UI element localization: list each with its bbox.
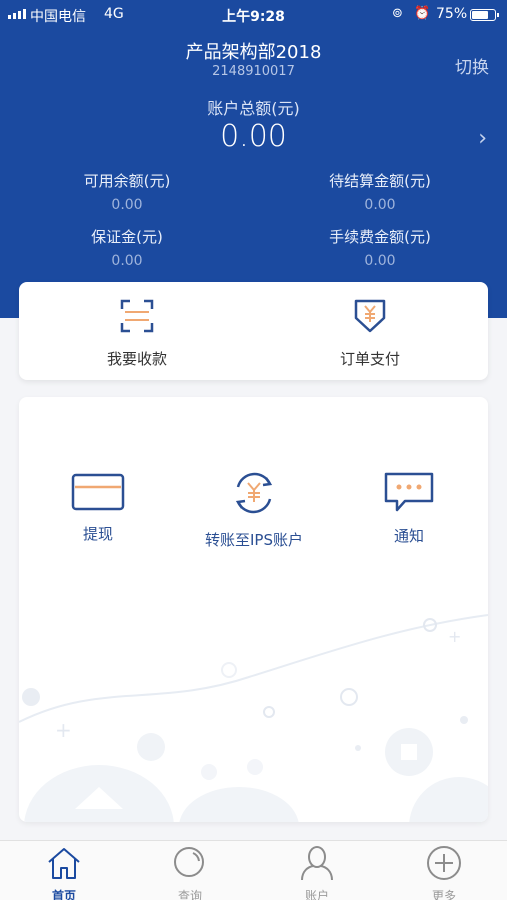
tab-label: 查询 (177, 889, 202, 900)
service-label: 转账至IPS账户 (205, 531, 303, 549)
transfer-ips-button[interactable]: 转账至IPS账户 (184, 469, 324, 550)
stat-fee: 手续费金额(元) 0.00 (270, 226, 490, 269)
stat-label: 可用余额(元) (83, 172, 171, 190)
battery-icon (470, 9, 499, 21)
tab-more[interactable]: 更多 (399, 845, 489, 900)
stat-value: 0.00 (111, 197, 143, 213)
action-label: 我要收款 (106, 350, 167, 368)
stat-available: 可用余额(元) 0.00 (17, 170, 237, 213)
battery-percent: 75% (436, 6, 468, 22)
total-balance-label: 账户总额(元) (207, 99, 300, 118)
tab-label: 更多 (431, 889, 456, 900)
home-icon (48, 848, 80, 879)
svg-text:+: + (55, 718, 72, 742)
stat-value: 0.00 (364, 197, 396, 213)
rotation-lock-icon: ⊚ (392, 6, 403, 21)
alarm-icon: ⏰ (414, 6, 431, 21)
service-label: 通知 (393, 527, 424, 545)
tab-query[interactable]: 查询 (145, 845, 235, 900)
card-icon (71, 473, 125, 511)
yen-transfer-icon (235, 472, 273, 514)
action-label: 订单支付 (339, 350, 400, 368)
switch-account-button[interactable]: 切换 (455, 53, 489, 78)
collect-payment-button[interactable]: 我要收款 (77, 298, 197, 369)
account-header: 中国电信 4G 上午9:28 ⊚ ⏰ 75% 产品架构部2018 2148910… (0, 0, 507, 318)
plus-circle-icon (427, 846, 461, 880)
tab-account[interactable]: 账户 (272, 845, 362, 900)
withdraw-button[interactable]: 提现 (28, 473, 168, 544)
chevron-right-icon[interactable]: › (478, 126, 487, 151)
notifications-button[interactable]: 通知 (339, 471, 479, 546)
svg-text:+: + (448, 627, 461, 646)
company-id: 2148910017 (212, 64, 295, 79)
company-name: 产品架构部2018 (185, 42, 322, 63)
total-balance-value[interactable]: 0.00 (0, 119, 507, 154)
tab-home[interactable]: 首页 (19, 845, 109, 900)
quick-actions-card: 我要收款 订单支付 (19, 282, 488, 380)
service-label: 提现 (82, 525, 113, 543)
search-icon (174, 847, 204, 877)
stat-label: 待结算金额(元) (329, 172, 431, 190)
status-bar: 中国电信 4G 上午9:28 ⊚ ⏰ 75% (0, 6, 507, 25)
yen-download-icon (354, 299, 386, 333)
stat-pending: 待结算金额(元) 0.00 (270, 170, 490, 213)
stat-value: 0.00 (111, 253, 143, 269)
tab-label: 首页 (51, 889, 76, 900)
app-screen: 中国电信 4G 上午9:28 ⊚ ⏰ 75% 产品架构部2018 2148910… (0, 0, 507, 900)
tab-bar: 首页 查询 账户 更多 (0, 840, 507, 900)
order-payment-button[interactable]: 订单支付 (310, 298, 430, 369)
scan-icon (120, 299, 154, 333)
services-card: 提现 转账至IPS账户 通知 + + (19, 397, 488, 822)
stat-value: 0.00 (364, 253, 396, 269)
stat-label: 手续费金额(元) (329, 228, 431, 246)
user-icon (301, 846, 333, 881)
message-icon (384, 472, 434, 512)
stat-deposit: 保证金(元) 0.00 (17, 226, 237, 269)
background-decoration: + + (19, 614, 488, 822)
tab-label: 账户 (304, 889, 329, 900)
status-time: 上午9:28 (222, 9, 285, 25)
stat-label: 保证金(元) (91, 228, 163, 246)
